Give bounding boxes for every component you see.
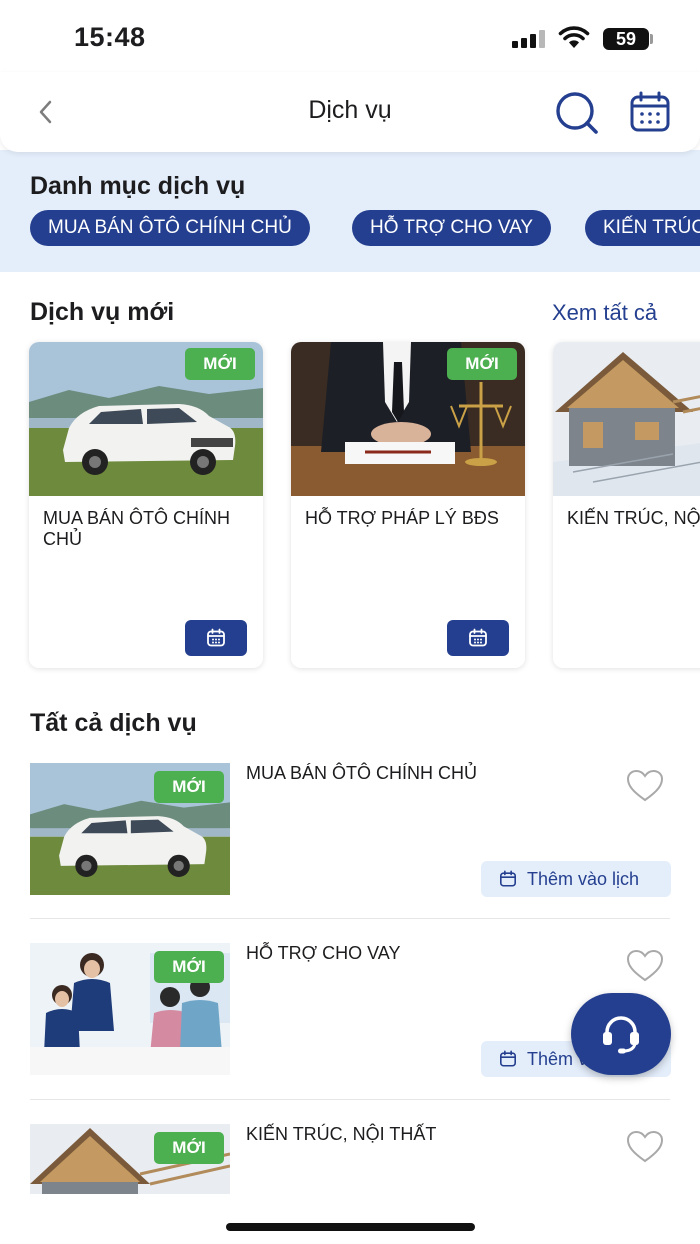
new-service-card[interactable]: MỚI MUA BÁN ÔTÔ CHÍNH CHỦ: [29, 342, 263, 668]
category-chip-car[interactable]: MUA BÁN ÔTÔ CHÍNH CHỦ: [30, 210, 310, 246]
new-badge: MỚI: [154, 1132, 224, 1164]
calendar-icon: [469, 628, 487, 647]
service-label: HỖ TRỢ CHO VAY: [246, 943, 401, 963]
battery-tip: [650, 34, 653, 44]
add-to-calendar-button[interactable]: Thêm vào lịch: [481, 861, 671, 897]
category-chip-architecture[interactable]: KIẾN TRÚC: [585, 210, 700, 246]
back-button[interactable]: [30, 92, 60, 132]
app-header: Dịch vụ: [0, 72, 700, 152]
category-section: Danh mục dịch vụ MUA BÁN ÔTÔ CHÍNH CHỦ H…: [0, 150, 700, 272]
wifi-icon: [558, 26, 590, 48]
card-calendar-button[interactable]: [447, 620, 509, 656]
car-image: MỚI: [29, 342, 263, 496]
new-services-title: Dịch vụ mới: [30, 298, 175, 326]
legal-image: MỚI: [291, 342, 525, 496]
row-divider: [30, 1099, 670, 1100]
status-bar: 15:48 59: [0, 0, 700, 72]
car-image: MỚI: [30, 763, 230, 895]
architecture-image: MỚI: [30, 1124, 230, 1194]
service-label: MUA BÁN ÔTÔ CHÍNH CHỦ: [246, 763, 478, 783]
heart-icon[interactable]: [626, 949, 664, 983]
calendar-icon: [630, 91, 670, 132]
services-screen: 15:48 59 Dịch vụ Danh mục dịch vụ MUA BÁ…: [0, 0, 700, 1244]
add-to-calendar-label: Thêm vào lịch: [527, 868, 640, 889]
new-badge: MỚI: [154, 951, 224, 983]
headset-icon: [603, 1016, 639, 1054]
card-label: HỖ TRỢ PHÁP LÝ BĐS: [305, 508, 499, 528]
see-all-link[interactable]: Xem tất cả: [552, 300, 657, 326]
new-service-card[interactable]: KIẾN TRÚC, NỘI THẤT: [553, 342, 700, 668]
new-badge: MỚI: [447, 348, 517, 380]
category-title: Danh mục dịch vụ: [30, 172, 246, 200]
support-button[interactable]: [571, 993, 671, 1075]
new-badge: MỚI: [154, 771, 224, 803]
card-label: KIẾN TRÚC, NỘI THẤT: [567, 508, 700, 528]
status-time: 15:48: [74, 22, 146, 52]
all-services-title: Tất cả dịch vụ: [30, 709, 197, 737]
heart-icon[interactable]: [626, 769, 664, 803]
calendar-icon: [499, 870, 517, 887]
calendar-icon: [499, 1050, 517, 1067]
loan-image: MỚI: [30, 943, 230, 1075]
service-label: KIẾN TRÚC, NỘI THẤT: [246, 1124, 437, 1144]
search-button[interactable]: [554, 90, 600, 136]
new-badge: MỚI: [185, 348, 255, 380]
back-chevron-icon: [39, 100, 52, 124]
home-indicator: [226, 1223, 475, 1231]
architecture-image: [553, 342, 700, 496]
cellular-signal-icon: [512, 30, 548, 48]
category-chip-loan[interactable]: HỖ TRỢ CHO VAY: [352, 210, 552, 246]
search-icon: [556, 92, 598, 134]
service-row[interactable]: MỚI MUA BÁN ÔTÔ CHÍNH CHỦ Thêm vào lịch: [0, 763, 700, 943]
battery-icon: 59: [603, 28, 649, 50]
calendar-icon: [207, 628, 225, 647]
service-row[interactable]: MỚI KIẾN TRÚC, NỘI THẤT: [0, 1124, 700, 1194]
heart-icon[interactable]: [626, 1130, 664, 1164]
card-calendar-button[interactable]: [185, 620, 247, 656]
new-service-card[interactable]: MỚI HỖ TRỢ PHÁP LÝ BĐS: [291, 342, 525, 668]
card-label: MUA BÁN ÔTÔ CHÍNH CHỦ: [43, 508, 231, 549]
calendar-button[interactable]: [628, 90, 672, 134]
row-divider: [30, 918, 670, 919]
